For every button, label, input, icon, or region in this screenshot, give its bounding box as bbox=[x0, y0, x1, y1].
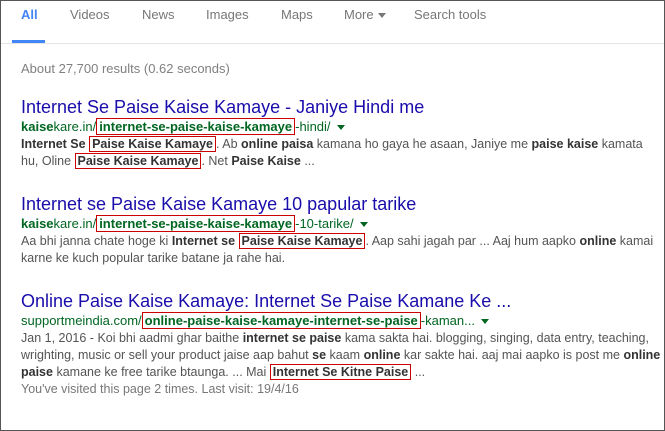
tab-videos[interactable]: Videos bbox=[70, 7, 110, 22]
snippet-bold: internet se paise bbox=[242, 331, 342, 345]
snippet-bold: Paise Kaise Kamaye bbox=[92, 137, 214, 151]
snippet-bold: Paise Kaise Kamaye bbox=[241, 234, 363, 248]
tab-all[interactable]: All bbox=[21, 7, 38, 22]
search-result: Internet Se Paise Kaise Kamaye - Janiye … bbox=[21, 96, 661, 170]
result-title-link[interactable]: Internet se Paise Kaise Kamaye 10 papula… bbox=[21, 193, 661, 215]
snippet-highlight: Paise Kaise Kamaye bbox=[89, 136, 217, 152]
visited-note: You've visited this page 2 times. Last v… bbox=[21, 382, 299, 396]
tab-images[interactable]: Images bbox=[206, 7, 249, 22]
snippet-bold: Internet se bbox=[171, 234, 236, 248]
snippet-text: kar sakte hai. aaj mai aapko is post me bbox=[403, 348, 620, 362]
snippet-bold: se bbox=[312, 348, 327, 362]
snippet-highlight: Internet Se Kitne Paise bbox=[269, 364, 412, 380]
result-url: kaisekare.in/internet-se-paise-kaise-kam… bbox=[21, 215, 661, 233]
snippet-text: . Aap sahi jagah par ... Aaj hum aapko bbox=[365, 234, 577, 248]
url-highlight: internet-se-paise-kaise-kamaye bbox=[96, 215, 296, 232]
result-options-dropdown-icon[interactable] bbox=[359, 222, 368, 228]
snippet-highlight: Paise Kaise Kamaye bbox=[74, 153, 202, 169]
result-title-link[interactable]: Internet Se Paise Kaise Kamaye - Janiye … bbox=[21, 96, 661, 118]
snippet-text: kaam bbox=[329, 348, 361, 362]
snippet-text: Jan 1, 2016 - Koi bhi aadmi ghar baithe bbox=[21, 331, 240, 345]
url-boxed-text: online-paise-kaise-kamaye-internet-se-pa… bbox=[144, 313, 418, 328]
result-url: kaisekare.in/internet-se-paise-kaise-kam… bbox=[21, 118, 661, 136]
tab-more-label: More bbox=[344, 7, 374, 22]
search-result: Internet se Paise Kaise Kamaye 10 papula… bbox=[21, 193, 661, 267]
snippet-text: kamane ke free tarike btaunga. ... Mai bbox=[56, 365, 267, 379]
url-highlight: online-paise-kaise-kamaye-internet-se-pa… bbox=[141, 312, 421, 329]
snippet-text: ... bbox=[414, 365, 426, 379]
snippet-bold: online bbox=[363, 348, 401, 362]
url-tail: -hindi/ bbox=[295, 119, 331, 134]
search-result: Online Paise Kaise Kamaye: Internet Se P… bbox=[21, 290, 661, 398]
result-url: supportmeindia.com/online-paise-kaise-ka… bbox=[21, 312, 661, 330]
url-bold: kaise bbox=[21, 216, 54, 231]
tab-more[interactable]: More bbox=[344, 7, 386, 22]
snippet-bold: Paise Kaise bbox=[231, 154, 301, 168]
url-bold: kaise bbox=[21, 119, 54, 134]
tab-news[interactable]: News bbox=[142, 7, 175, 22]
url-plain: supportmeindia.com/ bbox=[21, 313, 142, 328]
result-snippet: Jan 1, 2016 - Koi bhi aadmi ghar baithe … bbox=[21, 330, 661, 381]
snippet-bold: Internet Se Kitne Paise bbox=[272, 365, 409, 379]
result-title-link[interactable]: Online Paise Kaise Kamaye: Internet Se P… bbox=[21, 290, 661, 312]
tab-maps[interactable]: Maps bbox=[281, 7, 313, 22]
url-tail: -10-tarike/ bbox=[295, 216, 354, 231]
result-stats: About 27,700 results (0.62 seconds) bbox=[21, 61, 230, 76]
search-tabs: All Videos News Images Maps More Search … bbox=[1, 1, 664, 44]
snippet-text: kamana ho gaya he asaan, Janiye me bbox=[316, 137, 529, 151]
snippet-bold: online paisa bbox=[241, 137, 314, 151]
snippet-text: . Ab bbox=[216, 137, 238, 151]
screenshot-frame: All Videos News Images Maps More Search … bbox=[0, 0, 665, 431]
url-plain: kare.in/ bbox=[53, 119, 97, 134]
snippet-bold: Paise Kaise Kamaye bbox=[77, 154, 199, 168]
snippet-highlight: Paise Kaise Kamaye bbox=[238, 233, 366, 249]
tab-search-tools[interactable]: Search tools bbox=[414, 7, 486, 22]
chevron-down-icon bbox=[377, 13, 386, 19]
result-snippet: Internet Se Paise Kaise Kamaye. Ab onlin… bbox=[21, 136, 661, 170]
url-boxed-text: internet-se-paise-kaise-kamaye bbox=[99, 216, 293, 231]
snippet-text: ... bbox=[304, 154, 315, 168]
url-tail: -kaman... bbox=[420, 313, 475, 328]
snippet-text: Aa bhi janna chate hoge ki bbox=[21, 234, 169, 248]
url-highlight: internet-se-paise-kaise-kamaye bbox=[96, 118, 296, 135]
snippet-bold: Internet Se bbox=[21, 137, 86, 151]
active-tab-indicator bbox=[12, 40, 45, 43]
url-boxed-text: internet-se-paise-kaise-kamaye bbox=[99, 119, 293, 134]
url-plain: kare.in/ bbox=[53, 216, 97, 231]
result-options-dropdown-icon[interactable] bbox=[336, 125, 345, 131]
snippet-text: . Net bbox=[201, 154, 228, 168]
snippet-bold: online bbox=[579, 234, 617, 248]
result-options-dropdown-icon[interactable] bbox=[480, 319, 489, 325]
result-snippet: Aa bhi janna chate hoge ki Internet se P… bbox=[21, 233, 661, 267]
snippet-bold: paise kaise bbox=[531, 137, 599, 151]
